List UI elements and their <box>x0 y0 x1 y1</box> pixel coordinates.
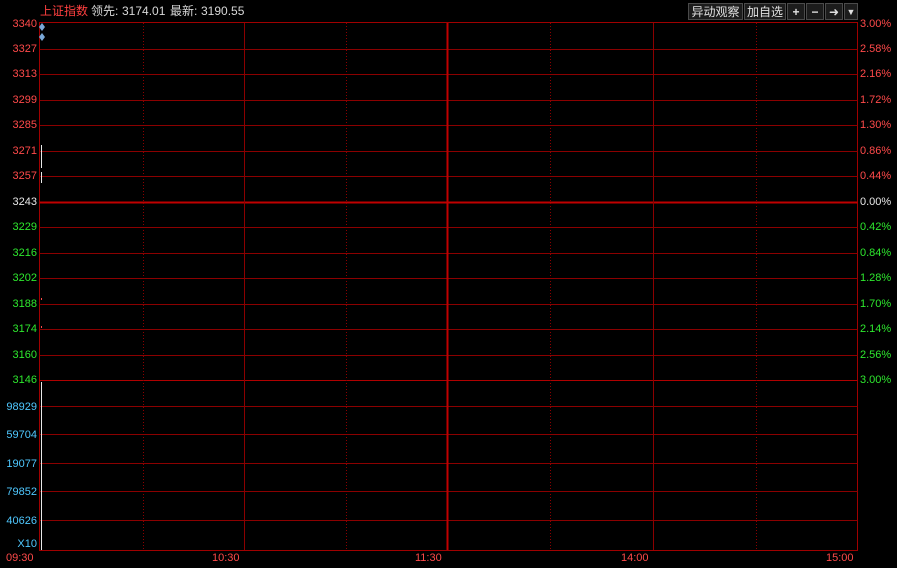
percent-axis-label: 2.16% <box>860 68 892 80</box>
percent-axis-label: 1.30% <box>860 119 892 131</box>
price-axis-label: 3243 <box>12 196 37 208</box>
time-grid <box>143 23 757 550</box>
price-axis-label: 3285 <box>12 119 37 131</box>
time-axis-label: 10:30 <box>212 552 240 564</box>
percent-axis-label: 2.58% <box>860 43 892 55</box>
price-axis-label: 3299 <box>12 94 37 106</box>
abnormal-watch-button[interactable]: 异动观察 <box>688 3 743 20</box>
percent-axis-label: 0.42% <box>860 221 892 233</box>
percent-axis-label: 2.56% <box>860 349 892 361</box>
last-label: 最新: <box>170 4 198 18</box>
percent-axis-label: 3.00% <box>860 374 892 386</box>
intraday-chart[interactable] <box>0 0 897 568</box>
volume-axis-label: 19077 <box>6 457 37 470</box>
volume-multiplier-label: X10 <box>17 538 37 550</box>
price-axis-label: 3188 <box>12 298 37 310</box>
expand-arrow-icon[interactable]: ➜ <box>825 3 843 20</box>
price-axis-label: 3313 <box>12 68 37 80</box>
zoom-in-icon[interactable]: + <box>787 3 805 20</box>
time-axis-label: 14:00 <box>621 552 649 564</box>
price-axis-label: 3229 <box>12 221 37 233</box>
volume-axis-label: 59704 <box>6 428 37 441</box>
time-axis-label: 09:30 <box>6 552 34 564</box>
percent-axis-label: 1.70% <box>860 298 892 310</box>
percent-axis-label: 1.28% <box>860 272 892 284</box>
time-axis-label: 11:30 <box>415 552 442 564</box>
dropdown-arrow-icon[interactable]: ▼ <box>844 3 858 20</box>
percent-axis-label: 0.86% <box>860 145 892 157</box>
chart-header: 上证指数 领先: 3174.01 最新: 3190.55 异动观察 加自选 + … <box>0 0 897 22</box>
lead-label: 领先: <box>91 4 119 18</box>
index-title[interactable]: 上证指数 <box>40 4 88 18</box>
price-axis-label: 3216 <box>12 247 37 259</box>
price-axis-label: 3340 <box>12 18 37 30</box>
price-axis-label: 3327 <box>12 43 37 55</box>
percent-axis-label: 1.72% <box>860 94 892 106</box>
price-axis-label: 3271 <box>12 145 37 157</box>
volume-axis-label: 40626 <box>6 514 37 527</box>
volume-axis-label: 98929 <box>6 400 37 413</box>
percent-axis-label: 0.44% <box>860 170 892 182</box>
price-axis-label: 3257 <box>12 170 37 182</box>
price-axis-label: 3160 <box>12 349 37 361</box>
percent-axis-label: 3.00% <box>860 18 892 30</box>
zoom-out-icon[interactable]: − <box>806 3 824 20</box>
percent-axis-label: 0.84% <box>860 247 892 259</box>
price-axis-label: 3174 <box>12 323 37 335</box>
time-axis-label: 15:00 <box>826 552 854 564</box>
volume-axis-label: 79852 <box>6 485 37 498</box>
percent-axis-label: 2.14% <box>860 323 892 335</box>
percent-axis-label: 0.00% <box>860 196 892 208</box>
add-watchlist-button[interactable]: 加自选 <box>744 3 786 20</box>
price-axis-label: 3146 <box>12 374 37 386</box>
last-value: 3190.55 <box>201 4 245 18</box>
lead-value: 3174.01 <box>122 4 166 18</box>
price-axis-label: 3202 <box>12 272 37 284</box>
